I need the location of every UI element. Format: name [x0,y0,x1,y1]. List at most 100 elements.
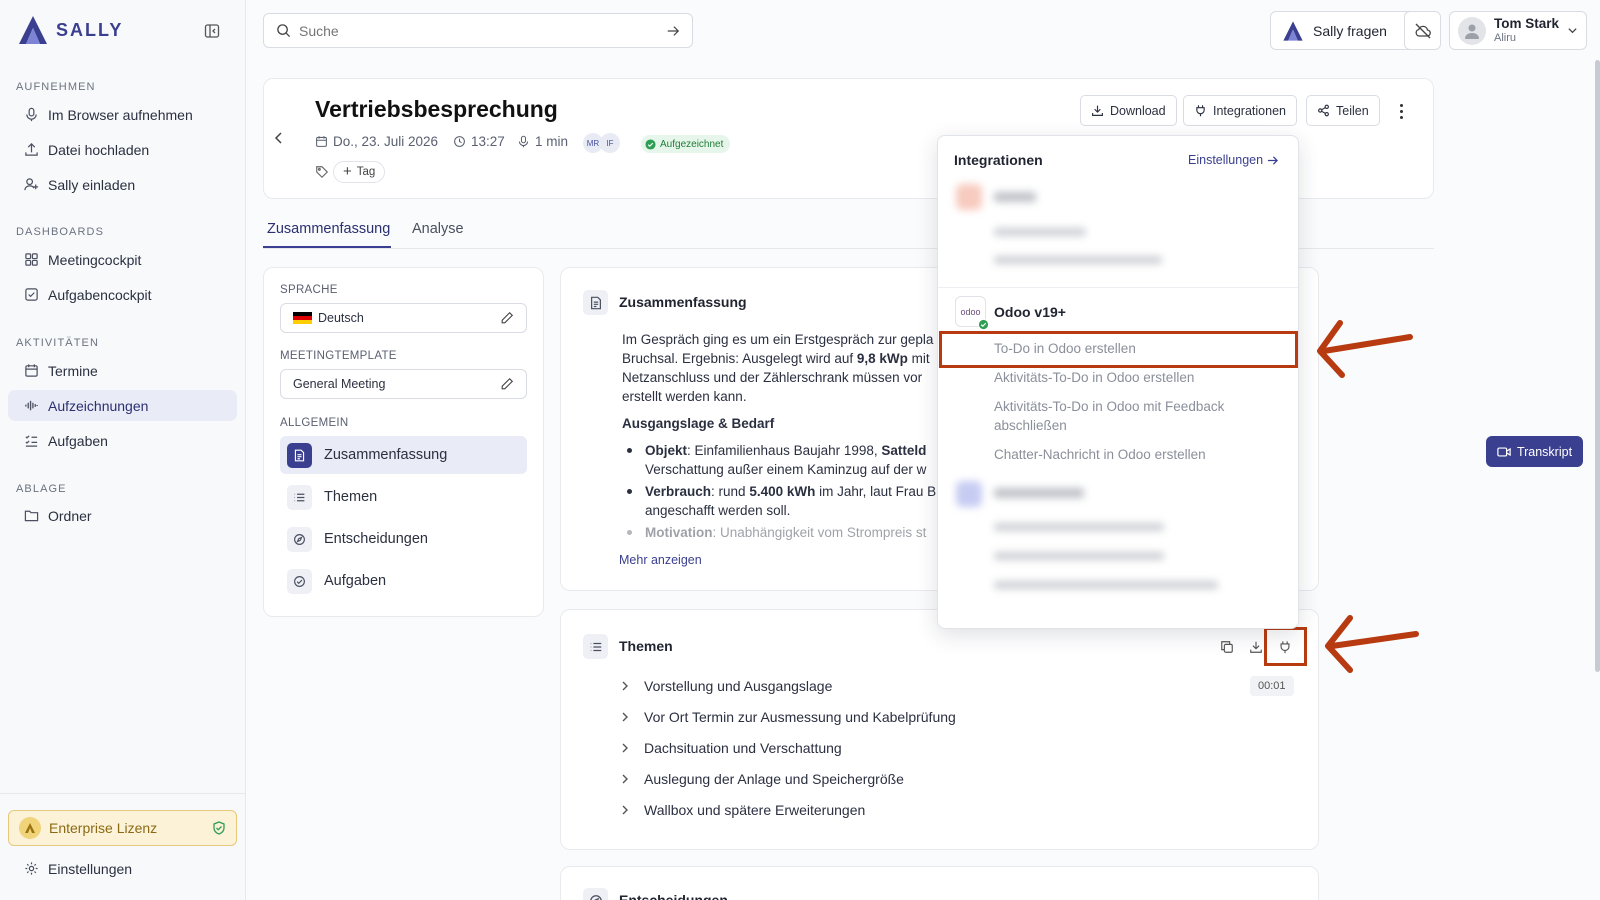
nav-entscheidungen[interactable]: Entscheidungen [280,520,527,558]
language-field[interactable]: Deutsch [280,303,527,333]
annotation-arrow-icon [1325,615,1419,673]
meeting-date-text: Do., 23. Juli 2026 [333,134,439,149]
tab-analyse[interactable]: Analyse [412,221,464,237]
nav-zusammenfassung[interactable]: Zusammenfassung [280,436,527,474]
sidebar-item-aufzeichnungen[interactable]: Aufzeichnungen [8,390,237,421]
participants[interactable]: MR IF [583,133,620,153]
chevron-right-icon [622,743,628,753]
sidebar-item-ordner[interactable]: Ordner [8,500,237,531]
share-button[interactable]: Teilen [1306,95,1380,126]
search-bar[interactable] [263,13,693,48]
mic-icon [26,107,37,122]
summary-bullet-line: Motivation: Unabhängigkeit vom Stromprei… [645,523,926,543]
topic-label: Dachsituation und Verschattung [644,740,842,756]
divider [0,793,246,794]
license-logo-icon [19,817,41,839]
upload-icon [25,143,38,156]
list-item[interactable]: Wallbox und spätere Erweiterungen [620,802,865,818]
checkbox-icon [25,288,38,301]
calendar-icon [316,136,327,147]
summary-text: : rund [711,484,750,499]
sidebar-item-label: Datei hochladen [48,141,150,158]
sidebar-item-upload[interactable]: Datei hochladen [8,134,237,165]
menu-item-chatter-message[interactable]: Chatter-Nachricht in Odoo erstellen [994,445,1206,464]
menu-item-activity-todo-feedback[interactable]: Aktivitäts-To-Do in Odoo mit Feedback ab… [994,397,1224,435]
settings-link-label: Einstellungen [1188,153,1264,167]
more-options-icon[interactable] [1394,101,1408,121]
list-item[interactable]: Dachsituation und Verschattung [620,740,842,756]
sidebar-item-label: Ordner [48,507,92,524]
sidebar-item-aufgaben[interactable]: Aufgaben [8,425,237,456]
section-title-ablage: ABLAGE [16,483,67,495]
copy-icon[interactable] [1220,640,1234,654]
bullet [627,448,632,453]
compass-icon [287,526,312,552]
page-scrollbar[interactable] [1595,60,1600,672]
integrations-button[interactable]: Integrationen [1183,95,1297,126]
arrow-right-icon[interactable] [666,24,680,38]
highlight-box-plug [1264,627,1307,666]
sidebar-item-browser-record[interactable]: Im Browser aufnehmen [8,99,237,130]
show-more-link[interactable]: Mehr anzeigen [619,553,702,567]
add-tag-label: Tag [356,166,376,178]
license-badge[interactable]: Enterprise Lizenz [8,810,237,846]
privacy-toggle-button[interactable] [1404,11,1441,50]
sidebar-item-aufgabencockpit[interactable]: Aufgabencockpit [8,279,237,310]
sidebar-item-invite-sally[interactable]: Sally einladen [8,169,237,200]
list-item[interactable]: Vorstellung und Ausgangslage [620,678,832,694]
integrations-dropdown: Integrationen Einstellungen odoo Odoo v1… [937,135,1299,629]
recorded-check-icon [645,138,656,150]
transcript-button[interactable]: Transkript [1486,436,1583,467]
pencil-icon[interactable] [500,377,514,391]
download-icon[interactable] [1249,640,1263,654]
add-tag-button[interactable]: + Tag [333,161,386,183]
back-chevron-icon[interactable] [274,131,284,145]
meeting-duration: 1 min [517,134,568,149]
download-button[interactable]: Download [1080,95,1177,126]
integrations-label: Integrationen [1213,103,1286,118]
nav-label: Aufgaben [324,573,387,589]
meeting-date: Do., 23. Juli 2026 [315,134,438,149]
list-item[interactable]: Auslegung der Anlage und Speichergröße [620,771,904,787]
nav-label: Entscheidungen [324,531,428,547]
summary-bullet-line: Objekt: Einfamilienhaus Baujahr 1998, Sa… [645,441,926,461]
sidebar-item-meetingcockpit[interactable]: Meetingcockpit [8,244,237,275]
sidebar-item-label: Im Browser aufnehmen [48,106,193,123]
integration-settings-link[interactable]: Einstellungen [1188,153,1279,167]
app-logo[interactable]: SALLY [16,14,123,46]
menu-item-label-line: abschließen [994,418,1067,433]
summary-heading: Zusammenfassung [619,294,747,310]
chevron-right-icon [622,712,628,722]
sidebar-item-settings[interactable]: Einstellungen [8,853,237,884]
user-plus-icon [24,178,39,191]
license-label: Enterprise Lizenz [49,820,158,836]
collapse-sidebar-icon[interactable] [204,23,220,39]
share-label: Teilen [1336,103,1369,118]
sidebar-item-termine[interactable]: Termine [8,355,237,386]
user-org: Aliru [1494,31,1517,44]
template-field[interactable]: General Meeting [280,369,527,399]
timestamp-badge[interactable]: 00:01 [1250,676,1294,696]
checklist-icon [25,435,38,447]
menu-item-label-line: Aktivitäts-To-Do in Odoo mit Feedback [994,399,1225,414]
menu-item-activity-todo-odoo[interactable]: Aktivitäts-To-Do in Odoo erstellen [994,368,1194,387]
summary-text-line: Netzanschluss und der Zählerschrank müss… [622,370,923,385]
topics-heading: Themen [619,638,673,654]
download-icon [1092,105,1103,116]
pencil-icon[interactable] [500,311,514,325]
summary-text-bold: 9,8 kWp [856,351,908,366]
sidebar-item-label: Termine [48,362,98,379]
document-icon [287,442,312,468]
sidebar-item-label: Sally einladen [48,176,136,193]
user-menu[interactable]: Tom Stark Aliru [1449,11,1587,50]
decisions-heading: Entscheidungen [619,892,728,900]
clock-icon [454,136,465,147]
list-item[interactable]: Vor Ort Termin zur Ausmessung und Kabelp… [620,709,956,725]
share-icon [1318,104,1329,117]
search-input[interactable] [299,22,658,39]
nav-aufgaben[interactable]: Aufgaben [280,562,527,600]
nav-themen[interactable]: Themen [280,478,527,516]
video-icon [1497,446,1511,457]
tab-zusammenfassung[interactable]: Zusammenfassung [267,221,390,237]
participant-avatar: IF [600,133,620,153]
